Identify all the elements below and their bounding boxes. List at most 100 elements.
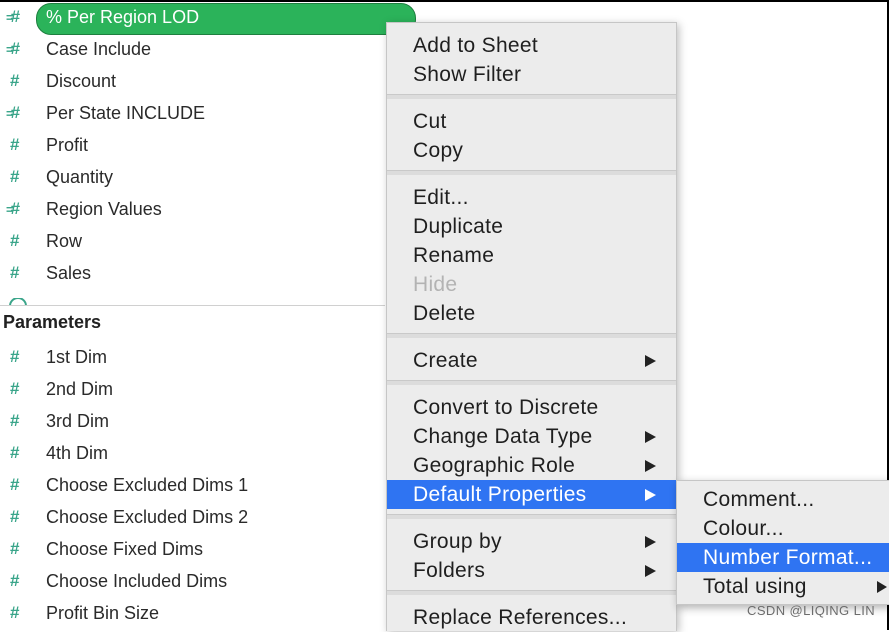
menu-item-label: Change Data Type	[413, 424, 593, 448]
submenu-item-number-format[interactable]: Number Format...	[677, 543, 889, 572]
menu-item-replace-references[interactable]: Replace References...	[387, 603, 676, 632]
menu-item-create[interactable]: Create	[387, 346, 676, 375]
parameter-row[interactable]: # Choose Excluded Dims 1	[0, 470, 380, 500]
menu-item-label: Convert to Discrete	[413, 395, 599, 419]
submenu-arrow-icon	[645, 354, 656, 367]
menu-item-label: Copy	[413, 138, 464, 162]
submenu-arrow-icon	[877, 580, 887, 593]
menu-item-label: Rename	[413, 243, 495, 267]
menu-separator	[387, 333, 676, 338]
measure-row[interactable]: # Profit	[0, 130, 380, 160]
measure-row[interactable]: # Quantity	[0, 162, 380, 192]
field-label: Region Values	[46, 198, 162, 219]
measure-row[interactable]: # Sales	[0, 258, 380, 288]
menu-item-label: Geographic Role	[413, 453, 576, 477]
menu-item-cut[interactable]: Cut	[387, 107, 676, 136]
parameters-heading: Parameters	[3, 312, 102, 332]
menu-item-label: Replace References...	[413, 605, 628, 629]
menu-item-edit[interactable]: Edit...	[387, 183, 676, 212]
field-label: Choose Excluded Dims 2	[46, 506, 249, 527]
measure-icon: #	[10, 71, 20, 90]
submenu-arrow-icon	[645, 459, 656, 472]
menu-item-convert-to-discrete[interactable]: Convert to Discrete	[387, 393, 676, 422]
calculated-measure-icon: = #	[6, 7, 21, 26]
field-label: 2nd Dim	[46, 378, 114, 399]
parameter-icon: #	[10, 539, 20, 558]
menu-item-label: Show Filter	[413, 62, 522, 86]
submenu-item-label: Colour...	[703, 516, 784, 540]
field-label: Profit Bin Size	[46, 602, 160, 623]
measure-icon: #	[10, 263, 20, 282]
parameter-icon: #	[10, 475, 20, 494]
parameter-row[interactable]: # Profit Bin Size	[0, 598, 380, 628]
menu-item-label: Hide	[413, 272, 458, 296]
menu-item-geographic-role[interactable]: Geographic Role	[387, 451, 676, 480]
field-label: Row	[46, 230, 83, 251]
measure-icon: #	[10, 231, 20, 250]
calculated-measure-icon: = #	[6, 199, 21, 218]
menu-item-label: Duplicate	[413, 214, 504, 238]
measure-icon: #	[10, 135, 20, 154]
parameter-icon: #	[10, 411, 20, 430]
menu-item-copy[interactable]: Copy	[387, 136, 676, 165]
field-label: Sales	[46, 262, 92, 283]
parameter-icon: #	[10, 379, 20, 398]
parameter-icon: #	[10, 347, 20, 366]
menu-item-folders[interactable]: Folders	[387, 556, 676, 585]
menu-item-hide: Hide	[387, 270, 676, 299]
parameter-row[interactable]: # Choose Excluded Dims 2	[0, 502, 380, 532]
measure-row[interactable]: = # Per State INCLUDE	[0, 98, 380, 128]
default-properties-submenu: Comment... Colour... Number Format... To…	[676, 480, 889, 605]
parameter-row[interactable]: # Choose Included Dims	[0, 566, 380, 596]
measure-icon: #	[10, 167, 20, 186]
menu-separator	[387, 170, 676, 175]
measure-row[interactable]: = # Region Values	[0, 194, 380, 224]
field-label: Choose Excluded Dims 1	[46, 474, 249, 495]
menu-item-duplicate[interactable]: Duplicate	[387, 212, 676, 241]
measure-row[interactable]: # Discount	[0, 66, 380, 96]
menu-separator	[387, 380, 676, 385]
menu-separator	[387, 590, 676, 595]
measure-row[interactable]: = # % Per Region LOD	[0, 2, 416, 35]
menu-item-default-properties[interactable]: Default Properties	[387, 480, 676, 509]
menu-item-label: Cut	[413, 109, 447, 133]
submenu-item-label: Number Format...	[703, 545, 873, 569]
submenu-item-total-using[interactable]: Total using	[677, 572, 889, 601]
field-label: 4th Dim	[46, 442, 109, 463]
field-label: Choose Included Dims	[46, 570, 228, 591]
menu-item-rename[interactable]: Rename	[387, 241, 676, 270]
section-divider	[0, 305, 385, 306]
parameter-row[interactable]: # Choose Fixed Dims	[0, 534, 380, 564]
menu-item-add-to-sheet[interactable]: Add to Sheet	[387, 31, 676, 60]
parameter-row[interactable]: # 1st Dim	[0, 342, 380, 372]
menu-separator	[387, 94, 676, 99]
field-label: % Per Region LOD	[46, 6, 200, 27]
parameter-row[interactable]: # 3rd Dim	[0, 406, 380, 436]
watermark-text: CSDN @LIQING LIN	[747, 603, 875, 618]
parameter-icon: #	[10, 443, 20, 462]
calculated-measure-icon: = #	[6, 39, 21, 58]
submenu-arrow-icon	[645, 535, 656, 548]
menu-item-label: Edit...	[413, 185, 469, 209]
submenu-arrow-icon	[645, 564, 656, 577]
menu-item-show-filter[interactable]: Show Filter	[387, 60, 676, 89]
menu-item-group-by[interactable]: Group by	[387, 527, 676, 556]
data-pane: = # % Per Region LOD = # Case Include # Di…	[0, 2, 416, 630]
measure-row[interactable]: = # Case Include	[0, 34, 380, 64]
parameter-row[interactable]: # 2nd Dim	[0, 374, 380, 404]
menu-item-label: Default Properties	[413, 482, 587, 506]
submenu-item-label: Comment...	[703, 487, 815, 511]
submenu-item-colour[interactable]: Colour...	[677, 514, 889, 543]
context-menu: Add to Sheet Show Filter Cut Copy Edit..…	[386, 22, 677, 631]
submenu-item-comment[interactable]: Comment...	[677, 485, 889, 514]
parameter-row[interactable]: # 4th Dim	[0, 438, 380, 468]
field-label: Case Include	[46, 38, 152, 59]
field-label: Profit	[46, 134, 89, 155]
submenu-item-label: Total using	[703, 574, 807, 598]
measure-row[interactable]: # Row	[0, 226, 380, 256]
field-label: Per State INCLUDE	[46, 102, 206, 123]
menu-separator	[387, 514, 676, 519]
menu-item-delete[interactable]: Delete	[387, 299, 676, 328]
menu-item-change-data-type[interactable]: Change Data Type	[387, 422, 676, 451]
menu-item-label: Add to Sheet	[413, 33, 539, 57]
